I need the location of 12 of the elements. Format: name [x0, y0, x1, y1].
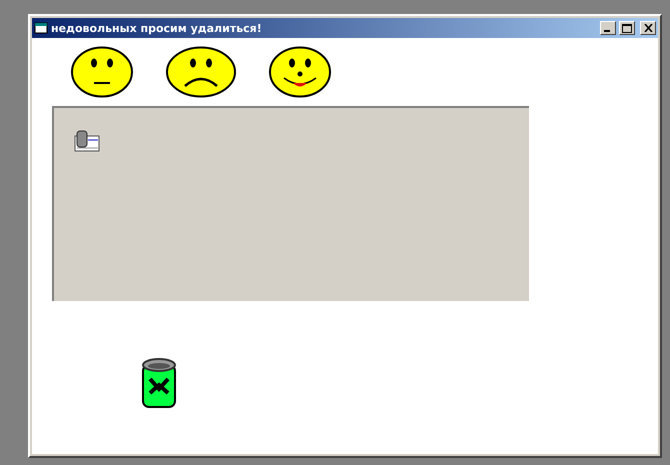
trash-can-icon[interactable] — [139, 357, 179, 409]
happy-face-icon[interactable] — [269, 46, 331, 98]
close-icon — [644, 24, 652, 32]
sad-face-icon[interactable] — [166, 46, 236, 98]
minimize-button[interactable] — [600, 21, 616, 35]
maximize-icon — [622, 24, 632, 32]
close-button[interactable] — [640, 21, 656, 35]
document-icon — [74, 130, 100, 152]
window-title: недовольных просим удалиться! — [51, 22, 263, 34]
neutral-face-icon[interactable] — [71, 46, 133, 98]
window-icon — [34, 22, 48, 34]
maximize-button[interactable] — [619, 21, 635, 35]
